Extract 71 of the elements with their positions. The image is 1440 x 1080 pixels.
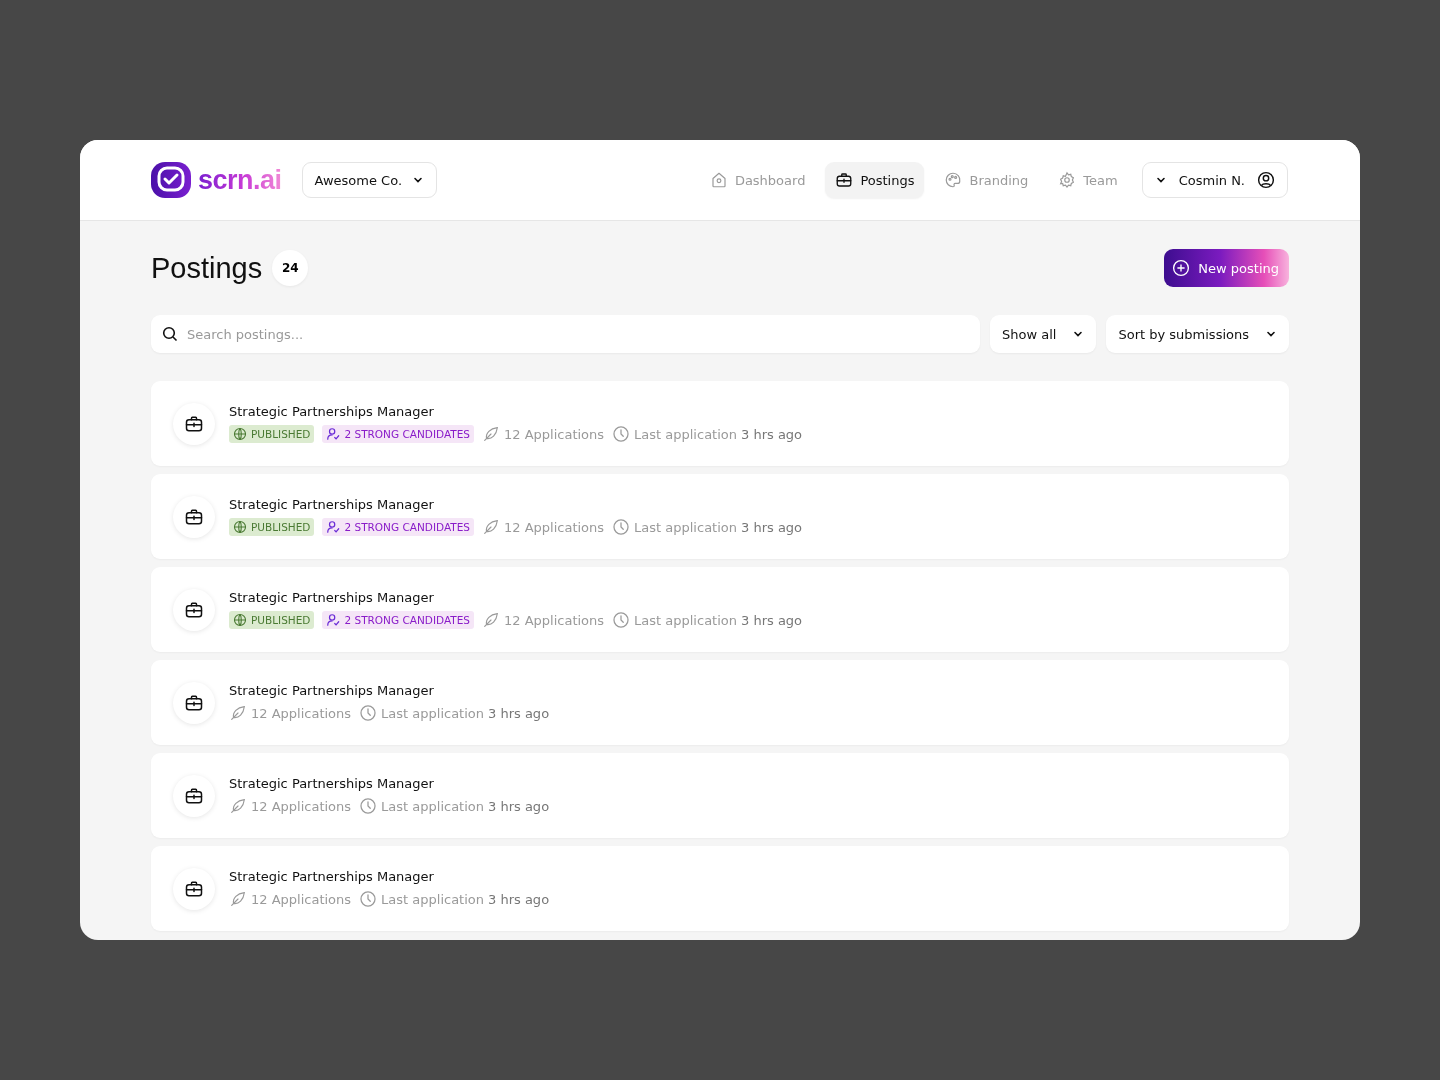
posting-card[interactable]: Strategic Partnerships Manager 12 Applications Last application 3 hrs ago (151, 846, 1289, 931)
user-check-icon (326, 520, 341, 534)
user-menu[interactable]: Cosmin N. (1141, 162, 1288, 198)
user-check-icon (326, 427, 341, 441)
plus-circle-icon (1172, 259, 1191, 277)
last-application-time: 3 hrs ago (488, 705, 550, 721)
last-application-time: 3 hrs ago (488, 891, 550, 907)
sort-dropdown[interactable]: Sort by submissions (1106, 315, 1289, 353)
posting-title: Strategic Partnerships Manager (229, 497, 435, 512)
clock-icon (612, 611, 631, 629)
last-application-label: Last application (381, 891, 484, 907)
briefcase-icon (835, 171, 854, 189)
feather-icon (482, 425, 500, 443)
clock-icon (612, 518, 631, 536)
page-title: Postings (151, 251, 263, 285)
feather-icon (482, 611, 500, 629)
last-application-label: Last application (634, 612, 737, 628)
company-dropdown[interactable]: Awesome Co. (301, 162, 437, 198)
applications-count: 12 Applications (251, 798, 352, 814)
posting-card[interactable]: Strategic Partnerships Manager PUBLISHED 2 STRONG CANDIDATES 12 Applications Last application 3 hrs ago (151, 567, 1289, 652)
candidates-tag: 2 STRONG CANDIDATES (322, 518, 474, 536)
applications-count: 12 Applications (251, 891, 352, 907)
last-application-time: 3 hrs ago (741, 426, 803, 442)
candidates-tag: 2 STRONG CANDIDATES (322, 425, 474, 443)
globe-icon (233, 613, 247, 627)
posting-title: Strategic Partnerships Manager (229, 683, 435, 698)
show-filter-dropdown[interactable]: Show all (990, 315, 1097, 353)
clock-icon (359, 890, 378, 908)
last-application-label: Last application (634, 519, 737, 535)
last-application-time: 3 hrs ago (741, 612, 803, 628)
posting-title: Strategic Partnerships Manager (229, 590, 435, 605)
feather-icon (229, 797, 247, 815)
posting-title: Strategic Partnerships Manager (229, 869, 435, 884)
posting-title: Strategic Partnerships Manager (229, 776, 435, 791)
last-application-time: 3 hrs ago (741, 519, 803, 535)
status-tag: PUBLISHED (229, 425, 315, 443)
palette-icon (944, 171, 963, 189)
new-posting-button[interactable]: New posting (1164, 249, 1289, 287)
search-icon (162, 326, 178, 342)
applications-count: 12 Applications (504, 519, 605, 535)
user-avatar-icon (1257, 171, 1275, 189)
user-check-icon (326, 613, 341, 627)
applications-count: 12 Applications (504, 612, 605, 628)
candidates-tag: 2 STRONG CANDIDATES (322, 611, 474, 629)
applications-count: 12 Applications (504, 426, 605, 442)
last-application-label: Last application (634, 426, 737, 442)
house-icon (709, 171, 728, 189)
globe-icon (233, 427, 247, 441)
last-application-label: Last application (381, 798, 484, 814)
clock-icon (612, 425, 631, 443)
postings-count: 24 (272, 250, 309, 286)
posting-card[interactable]: Strategic Partnerships Manager 12 Applications Last application 3 hrs ago (151, 753, 1289, 838)
status-tag: PUBLISHED (229, 611, 315, 629)
applications-count: 12 Applications (251, 705, 352, 721)
posting-card[interactable]: Strategic Partnerships Manager PUBLISHED 2 STRONG CANDIDATES 12 Applications Last application 3 hrs ago (151, 474, 1289, 559)
feather-icon (229, 890, 247, 908)
status-tag: PUBLISHED (229, 518, 315, 536)
settings-icon (1058, 171, 1077, 189)
logo-icon (150, 161, 192, 199)
clock-icon (359, 797, 378, 815)
posting-title: Strategic Partnerships Manager (229, 404, 435, 419)
feather-icon (482, 518, 500, 536)
clock-icon (359, 704, 378, 722)
posting-card[interactable]: Strategic Partnerships Manager 12 Applications Last application 3 hrs ago (151, 660, 1289, 745)
posting-card[interactable]: Strategic Partnerships Manager PUBLISHED 2 STRONG CANDIDATES 12 Applications Last application 3 hrs ago (151, 381, 1289, 466)
last-application-label: Last application (381, 705, 484, 721)
last-application-time: 3 hrs ago (488, 798, 550, 814)
search-field[interactable]: Search postings... (151, 315, 981, 353)
nav-tab[interactable]: Postings (825, 162, 925, 198)
feather-icon (229, 704, 247, 722)
globe-icon (233, 520, 247, 534)
